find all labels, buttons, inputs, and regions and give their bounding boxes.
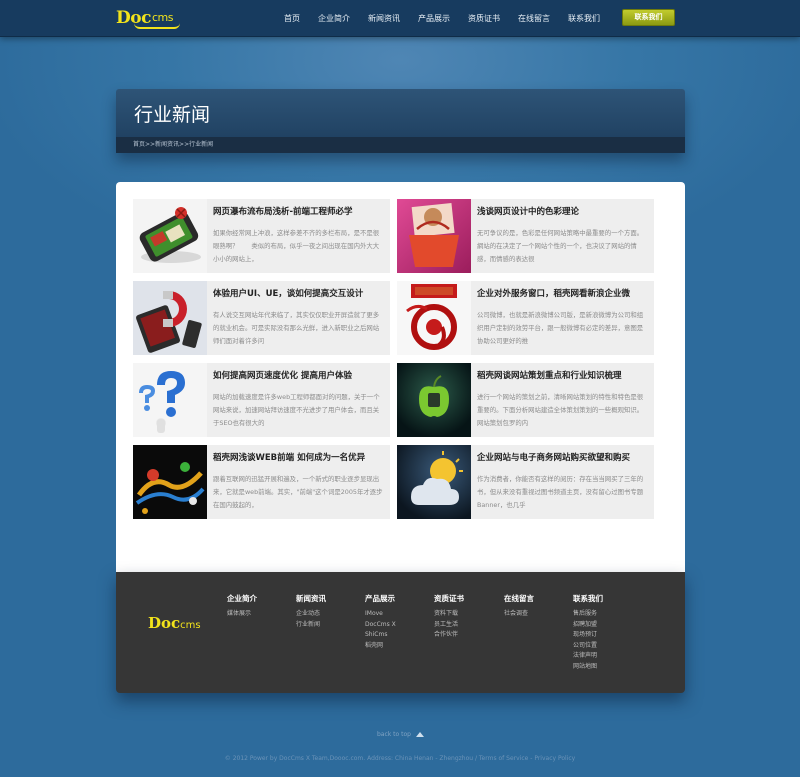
footer-link[interactable]: 招聘加盟 — [573, 620, 639, 631]
footer-link[interactable]: 资料下载 — [434, 609, 500, 620]
copyright: © 2012 Power by DocCms X Team,Doooc.com.… — [224, 755, 576, 762]
contact-button[interactable]: 联系我们 — [622, 9, 675, 26]
news-title[interactable]: 浅谈网页设计中的色彩理论 — [477, 205, 652, 217]
footer: Doccms 企业简介 媒体展示 新闻资讯 企业动态 行业新闻 产品展示 IMo… — [116, 572, 685, 693]
footer-link[interactable]: DocCms X — [365, 620, 431, 631]
nav-item-contact[interactable]: 联系我们 — [559, 0, 609, 37]
back-to-top-label: back to top — [377, 731, 411, 738]
breadcrumb[interactable]: 首页>>新闻资讯>>行业新闻 — [116, 137, 685, 153]
footer-link[interactable]: 售后服务 — [573, 609, 639, 620]
news-summary: 如果你经常网上冲浪，这样参差不齐的多栏布局，是不是很眼熟啊？ 类似的布局，似乎一… — [213, 229, 380, 263]
footer-link[interactable]: 公司位置 — [573, 641, 639, 652]
title-panel: 行业新闻 首页>>新闻资讯>>行业新闻 — [116, 89, 685, 153]
footer-column-messages: 在线留言 社会调查 — [504, 593, 570, 620]
footer-link[interactable]: 现场预订 — [573, 630, 639, 641]
news-item[interactable]: 稻壳网谈网站策划重点和行业知识梳理 进行一个网站的策划之前，清晰网站策划的特性和… — [397, 363, 654, 437]
footer-link[interactable]: 法律声明 — [573, 651, 639, 662]
logo[interactable]: Doccms — [116, 8, 180, 30]
news-item[interactable]: 如何提高网页速度优化 提高用户体验 网站的加载速度是许多web工程师都面对的问题… — [133, 363, 390, 437]
back-to-top-link[interactable]: back to top — [377, 731, 424, 738]
footer-column-title[interactable]: 企业简介 — [227, 593, 293, 604]
top-bar: Doccms 首页 企业简介 新闻资讯 产品展示 资质证书 在线留言 联系我们 … — [0, 0, 800, 37]
footer-link[interactable]: ShiCms — [365, 630, 431, 641]
page-title: 行业新闻 — [134, 104, 211, 126]
footer-link[interactable]: 员工生活 — [434, 620, 500, 631]
footer-logo-text: Doc — [148, 614, 181, 632]
footer-column-contact: 联系我们 售后服务 招聘加盟 现场预订 公司位置 法律声明 网站地图 — [573, 593, 639, 672]
news-item[interactable]: 网页瀑布流布局浅析-前端工程师必学 如果你经常网上冲浪，这样参差不齐的多栏布局，… — [133, 199, 390, 273]
footer-logo-suffix: cms — [180, 620, 201, 631]
news-title[interactable]: 如何提高网页速度优化 提高用户体验 — [213, 369, 388, 381]
nav-item-certificates[interactable]: 资质证书 — [459, 0, 509, 37]
news-summary: 跟着互联网的迅猛开展和遍及，一个新式的职业逐步显现出来，它就是web前端。其实，… — [213, 475, 383, 509]
footer-link[interactable]: 网站地图 — [573, 662, 639, 673]
footer-link[interactable]: 合作伙伴 — [434, 630, 500, 641]
news-title[interactable]: 网页瀑布流布局浅析-前端工程师必学 — [213, 205, 388, 217]
footer-link[interactable]: 稻壳网 — [365, 641, 431, 652]
news-summary: 无可争议的是，色彩是任何网站策略中最重要的一个方面。 網站的在决定了一个网站个性… — [477, 229, 644, 263]
nav-item-products[interactable]: 产品展示 — [409, 0, 459, 37]
nav-item-about[interactable]: 企业简介 — [309, 0, 359, 37]
nav-item-home[interactable]: 首页 — [275, 0, 309, 37]
apple-icon[interactable] — [397, 363, 471, 437]
nav-item-news[interactable]: 新闻资讯 — [359, 0, 409, 37]
footer-link[interactable]: 媒体展示 — [227, 609, 293, 620]
footer-link[interactable]: IMove — [365, 609, 431, 620]
news-title[interactable]: 企业网站与电子商务网站购买欲望和购买 — [477, 451, 652, 463]
news-item[interactable]: 体验用户UI、UE，谈如何提高交互设计 有人说交互网站年代来临了，其实仅仅职业开… — [133, 281, 390, 355]
footer-column-certificates: 资质证书 资料下载 员工生活 合作伙伴 — [434, 593, 500, 641]
footer-column-title[interactable]: 产品展示 — [365, 593, 431, 604]
footer-column-title[interactable]: 在线留言 — [504, 593, 570, 604]
footer-link[interactable]: 社会调查 — [504, 609, 570, 620]
footer-column-news: 新闻资讯 企业动态 行业新闻 — [296, 593, 362, 630]
weibo-image[interactable] — [397, 281, 471, 355]
news-title[interactable]: 稻壳网谈网站策划重点和行业知识梳理 — [477, 369, 652, 381]
news-item[interactable]: 稻壳网浅谈WEB前端 如何成为一名优异 跟着互联网的迅猛开展和遍及，一个新式的职… — [133, 445, 390, 519]
news-list: 网页瀑布流布局浅析-前端工程师必学 如果你经常网上冲浪，这样参差不齐的多栏布局，… — [116, 182, 685, 572]
news-title[interactable]: 体验用户UI、UE，谈如何提高交互设计 — [213, 287, 388, 299]
nav-item-messages[interactable]: 在线留言 — [509, 0, 559, 37]
news-item[interactable]: 企业网站与电子商务网站购买欲望和购买 作为消费者，你能否有这样的阅历：存在当当网… — [397, 445, 654, 519]
logo-swoosh — [134, 23, 180, 29]
footer-logo[interactable]: Doccms — [148, 614, 201, 632]
news-title[interactable]: 企业对外服务窗口，稻壳网看新浪企业微 — [477, 287, 652, 299]
news-summary: 作为消费者，你能否有这样的阅历：存在当当网买了三年的书，但从来没有重视过图书频道… — [477, 475, 644, 509]
arrow-up-icon — [415, 732, 424, 737]
main-nav: 首页 企业简介 新闻资讯 产品展示 资质证书 在线留言 联系我们 — [275, 0, 609, 37]
news-summary: 有人说交互网站年代来临了，其实仅仅职业开屏造就了更多的就业机会。可是实际没有那么… — [213, 311, 380, 345]
footer-column-about: 企业简介 媒体展示 — [227, 593, 293, 620]
news-summary: 进行一个网站的策划之前，清晰网站策划的特性和特色是很重要的。下面分析网站建造全体… — [477, 393, 644, 427]
news-summary: 公司微博，也就是新浪微博公司版，是新浪微博为公司和组织用户定制的效劳平台，跟一般… — [477, 311, 644, 345]
news-item[interactable]: 浅谈网页设计中的色彩理论 无可争议的是，色彩是任何网站策略中最重要的一个方面。 … — [397, 199, 654, 273]
footer-column-title[interactable]: 新闻资讯 — [296, 593, 362, 604]
news-item[interactable]: 企业对外服务窗口，稻壳网看新浪企业微 公司微博，也就是新浪微博公司版，是新浪微博… — [397, 281, 654, 355]
weather-icon[interactable] — [397, 445, 471, 519]
footer-link[interactable]: 行业新闻 — [296, 620, 362, 631]
footer-column-title[interactable]: 资质证书 — [434, 593, 500, 604]
phone-icon[interactable] — [133, 199, 207, 273]
news-summary: 网站的加载速度是许多web工程师都面对的问题，关于一个网站来说，加速网站拜访速度… — [213, 393, 380, 427]
footer-column-products: 产品展示 IMove DocCms X ShiCms 稻壳网 — [365, 593, 431, 651]
news-title[interactable]: 稻壳网浅谈WEB前端 如何成为一名优异 — [213, 451, 388, 463]
question-icon[interactable] — [133, 363, 207, 437]
magnet-icon[interactable] — [133, 281, 207, 355]
footer-column-title[interactable]: 联系我们 — [573, 593, 639, 604]
fashion-image[interactable] — [397, 199, 471, 273]
footer-link[interactable]: 企业动态 — [296, 609, 362, 620]
splash-image[interactable] — [133, 445, 207, 519]
